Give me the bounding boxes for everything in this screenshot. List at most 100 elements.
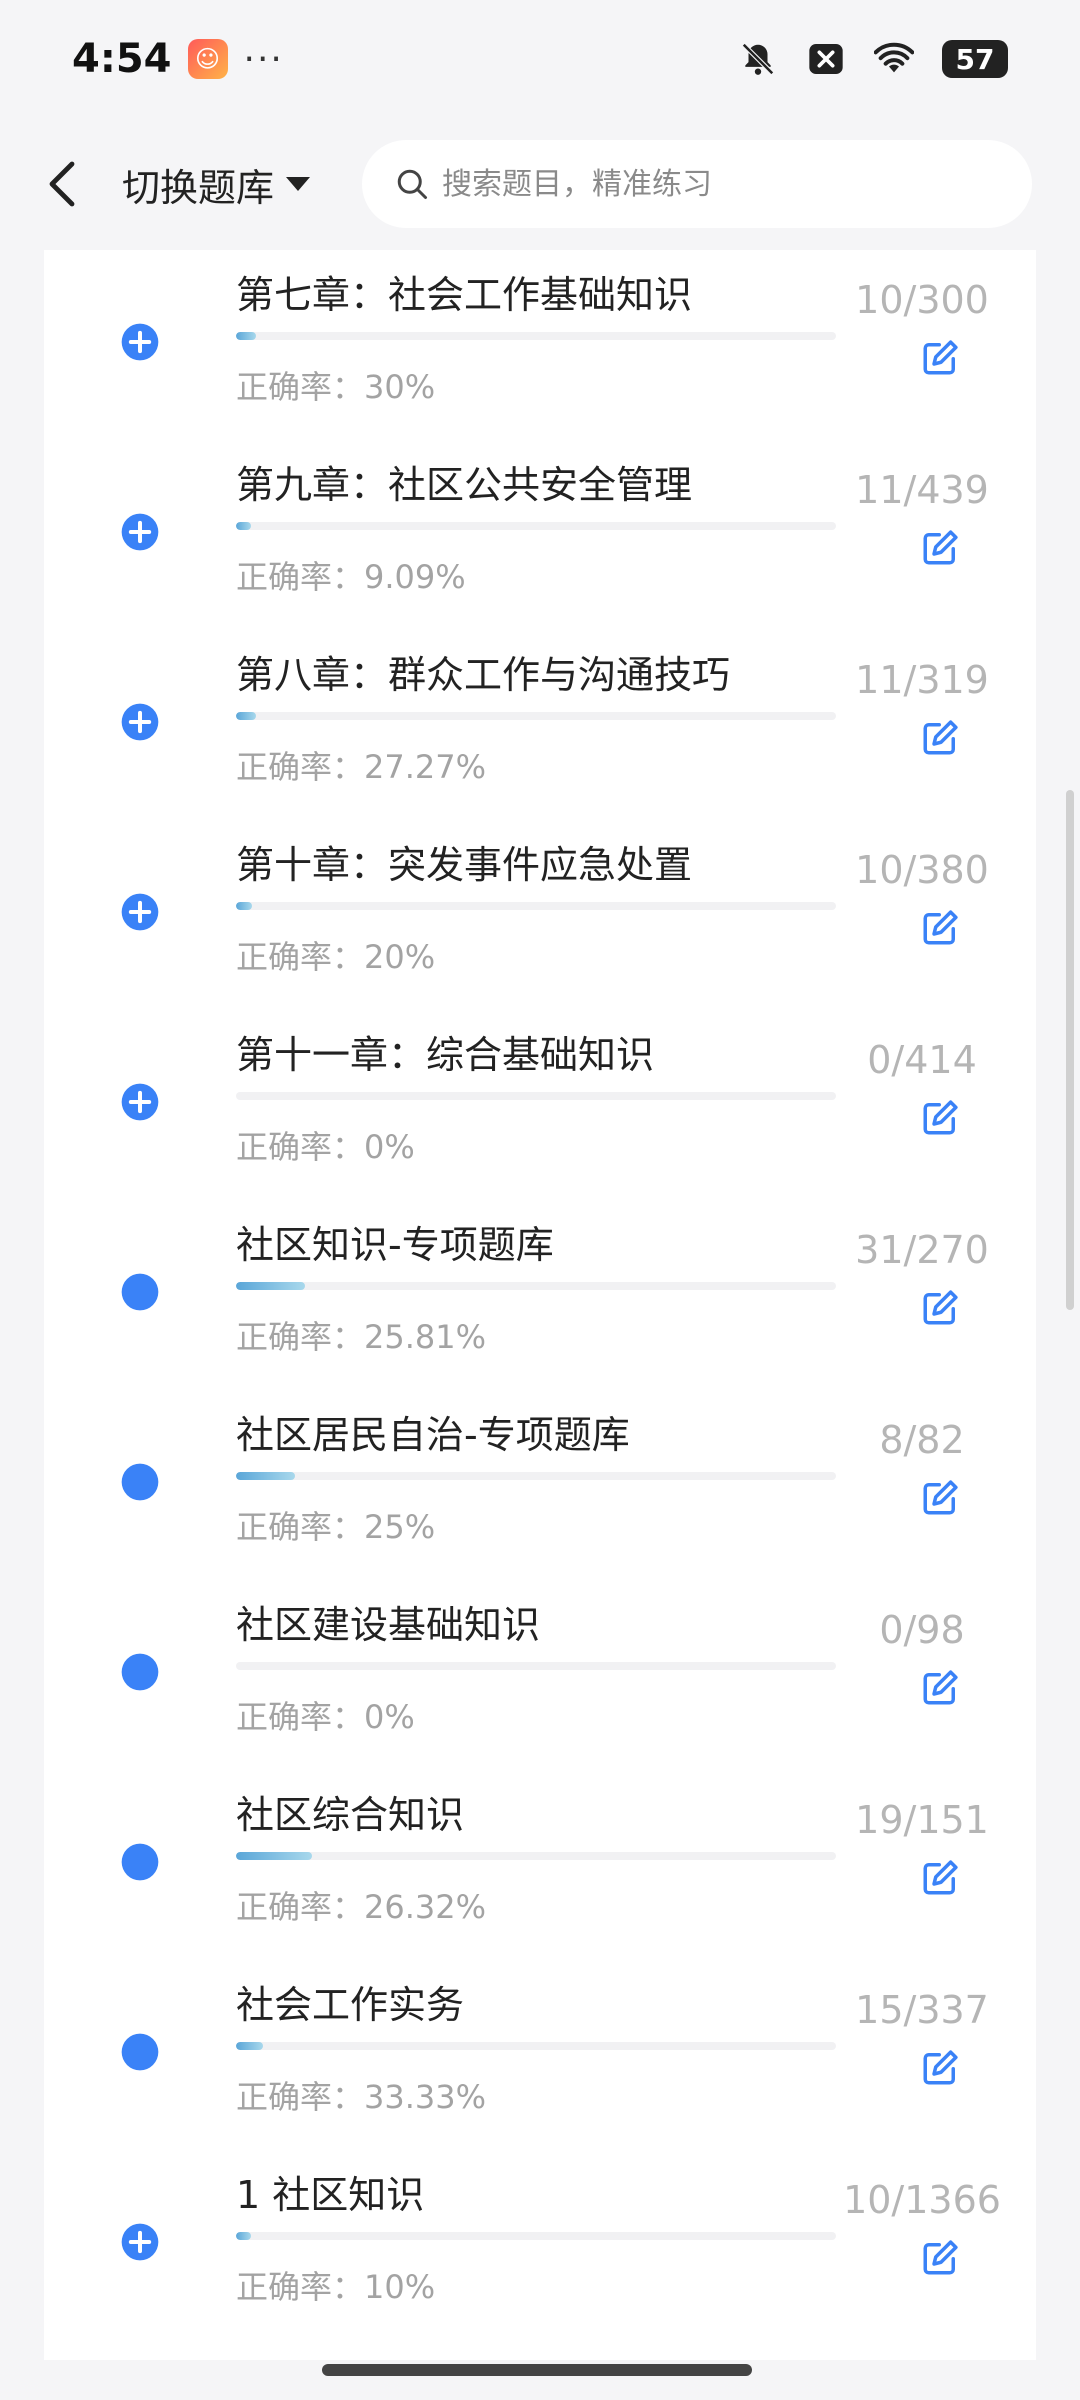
- progress-bar: [236, 1282, 836, 1290]
- home-indicator[interactable]: [322, 2364, 752, 2376]
- list-item[interactable]: 社会工作实务 正确率：33.33% 15/337: [44, 1960, 1036, 2150]
- accuracy-label: 正确率：27.27%: [236, 748, 487, 786]
- progress-fill: [236, 902, 252, 910]
- list-item[interactable]: 第十一章：综合基础知识 正确率：0% 0/414: [44, 1010, 1036, 1200]
- chapter-title: 第九章：社区公共安全管理: [236, 463, 693, 507]
- accuracy-label: 正确率：0%: [236, 1128, 415, 1166]
- progress-count: 11/439: [855, 468, 989, 512]
- status-dot-icon[interactable]: [120, 1462, 160, 1502]
- edit-icon[interactable]: [920, 526, 962, 568]
- edit-icon[interactable]: [920, 336, 962, 378]
- progress-count: 11/319: [855, 658, 989, 702]
- progress-bar: [236, 332, 836, 340]
- list-item[interactable]: 第九章：社区公共安全管理 正确率：9.09% 11/439: [44, 440, 1036, 630]
- accuracy-label: 正确率：33.33%: [236, 2078, 487, 2116]
- add-circle-icon[interactable]: [120, 892, 160, 932]
- switch-question-bank-button[interactable]: 切换题库: [122, 157, 311, 212]
- search-input[interactable]: [440, 165, 1005, 203]
- progress-fill: [236, 712, 257, 720]
- chapter-title: 第十章：突发事件应急处置: [236, 843, 693, 887]
- edit-icon[interactable]: [920, 1856, 962, 1898]
- progress-fill: [236, 1282, 305, 1290]
- list-item[interactable]: 第七章：社会工作基础知识 正确率：30% 10/300: [44, 250, 1036, 440]
- status-dot-icon[interactable]: [120, 1272, 160, 1312]
- more-notifications-icon: ···: [243, 38, 284, 80]
- progress-fill: [236, 2042, 263, 2050]
- progress-count: 31/270: [855, 1228, 989, 1272]
- chapter-title: 社区建设基础知识: [236, 1603, 541, 1647]
- progress-fill: [236, 1472, 295, 1480]
- edit-icon[interactable]: [920, 1666, 962, 1708]
- close-box-icon: [806, 39, 846, 79]
- list-item[interactable]: 1 社区知识 正确率：10% 10/1366: [44, 2150, 1036, 2340]
- edit-icon[interactable]: [920, 906, 962, 948]
- progress-bar: [236, 1662, 836, 1670]
- progress-bar: [236, 1852, 836, 1860]
- progress-bar: [236, 902, 836, 910]
- status-left: 4:54 ☺ ···: [72, 36, 284, 82]
- caret-down-icon: [286, 177, 311, 191]
- list-item[interactable]: 第八章：群众工作与沟通技巧 正确率：27.27% 11/319: [44, 630, 1036, 820]
- add-circle-icon[interactable]: [120, 2222, 160, 2262]
- progress-fill: [236, 2232, 251, 2240]
- accuracy-label: 正确率：0%: [236, 1698, 415, 1736]
- app-badge-icon: ☺: [187, 39, 228, 79]
- edit-icon[interactable]: [920, 1096, 962, 1138]
- add-circle-icon[interactable]: [120, 322, 160, 362]
- progress-fill: [236, 522, 251, 530]
- switch-question-bank-label: 切换题库: [122, 165, 275, 210]
- add-circle-icon[interactable]: [120, 512, 160, 552]
- progress-count: 10/380: [855, 848, 989, 892]
- back-button[interactable]: [40, 154, 84, 214]
- list-item[interactable]: 社区居民自治-专项题库 正确率：25% 8/82: [44, 1390, 1036, 1580]
- status-right: 57: [738, 39, 1008, 79]
- progress-count: 10/1366: [843, 2178, 1001, 2222]
- top-bar: 切换题库: [0, 118, 1080, 250]
- progress-count: 10/300: [855, 278, 989, 322]
- accuracy-label: 正确率：9.09%: [236, 558, 466, 596]
- progress-bar: [236, 712, 836, 720]
- progress-count: 15/337: [855, 1988, 989, 2032]
- add-circle-icon[interactable]: [120, 702, 160, 742]
- search-bar[interactable]: [362, 140, 1033, 228]
- accuracy-label: 正确率：25%: [236, 1508, 436, 1546]
- progress-bar: [236, 1092, 836, 1100]
- status-time: 4:54: [72, 36, 172, 82]
- add-circle-icon[interactable]: [120, 1082, 160, 1122]
- list-item[interactable]: 社区建设基础知识 正确率：0% 0/98: [44, 1580, 1036, 1770]
- status-dot-icon[interactable]: [120, 1842, 160, 1882]
- search-icon: [397, 169, 428, 199]
- edit-icon[interactable]: [920, 2236, 962, 2278]
- progress-bar: [236, 2042, 836, 2050]
- battery-icon: 57: [942, 40, 1008, 78]
- chapter-title: 社会工作实务: [236, 1983, 465, 2027]
- list-item[interactable]: 社区综合知识 正确率：26.32% 19/151: [44, 1770, 1036, 1960]
- progress-bar: [236, 1472, 836, 1480]
- status-dot-icon[interactable]: [120, 2032, 160, 2072]
- question-bank-list: 第七章：社会工作基础知识 正确率：30% 10/300 第九章：社区公共安全管理…: [44, 250, 1036, 2360]
- chapter-title: 第八章：群众工作与沟通技巧: [236, 653, 731, 697]
- status-bar: 4:54 ☺ ··· 57: [0, 0, 1080, 118]
- progress-count: 0/98: [879, 1608, 965, 1652]
- wifi-icon: [874, 39, 914, 79]
- progress-count: 8/82: [879, 1418, 965, 1462]
- bell-muted-icon: [738, 39, 778, 79]
- progress-fill: [236, 332, 256, 340]
- status-dot-icon[interactable]: [120, 1652, 160, 1692]
- accuracy-label: 正确率：10%: [236, 2268, 436, 2306]
- edit-icon[interactable]: [920, 1476, 962, 1518]
- chapter-title: 第十一章：综合基础知识: [236, 1033, 655, 1077]
- list-item[interactable]: 第十章：突发事件应急处置 正确率：20% 10/380: [44, 820, 1036, 1010]
- scrollbar[interactable]: [1066, 790, 1074, 1310]
- accuracy-label: 正确率：20%: [236, 938, 436, 976]
- edit-icon[interactable]: [920, 2046, 962, 2088]
- chevron-left-icon: [49, 161, 75, 207]
- accuracy-label: 正确率：25.81%: [236, 1318, 487, 1356]
- progress-count: 0/414: [867, 1038, 977, 1082]
- progress-fill: [236, 1852, 312, 1860]
- chapter-title: 社区居民自治-专项题库: [236, 1413, 630, 1457]
- edit-icon[interactable]: [920, 1286, 962, 1328]
- edit-icon[interactable]: [920, 716, 962, 758]
- list-item[interactable]: 社区知识-专项题库 正确率：25.81% 31/270: [44, 1200, 1036, 1390]
- chapter-title: 1 社区知识: [236, 2173, 425, 2217]
